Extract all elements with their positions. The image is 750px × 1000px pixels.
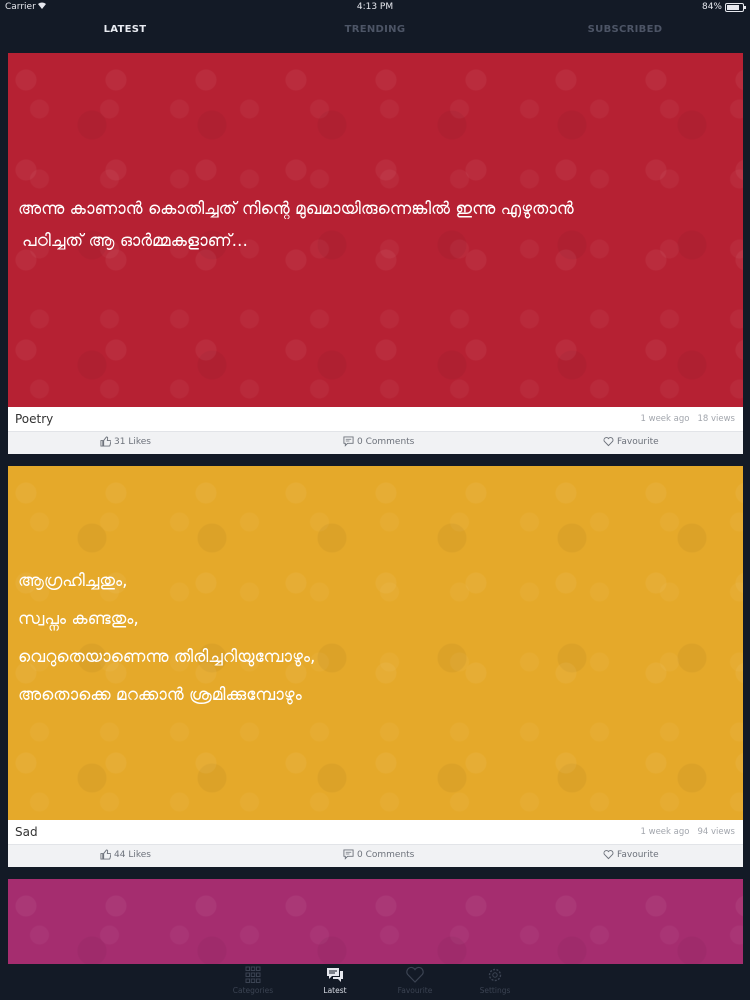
post-meta: Poetry 1 week ago 18 views	[8, 407, 743, 431]
quote-line: പഠിച്ചത് ആ ഓർമ്മകളാണ്...	[22, 231, 248, 251]
favourite-button[interactable]: Favourite	[603, 436, 659, 447]
thumbs-up-icon	[100, 436, 111, 447]
quote-line: വെറുതെയാണെന്നു തിരിച്ചറിയുമ്പോഴും,	[18, 647, 316, 667]
quote-text: അന്നു കാണാൻ കൊതിച്ചത് നിന്റെ മുഖമായിരുന്…	[18, 199, 733, 251]
quote-image[interactable]	[8, 879, 743, 964]
post-category[interactable]: Sad	[15, 825, 38, 839]
post-actions: 31 Likes 0 Comments Favourite	[8, 431, 743, 454]
heart-icon	[603, 850, 614, 860]
quote-line: അതൊക്കെ മറക്കാൻ ശ്രമിക്കുമ്പോഴും	[18, 685, 302, 705]
post-category[interactable]: Poetry	[15, 412, 53, 426]
like-count: 44 Likes	[114, 849, 151, 860]
comment-button[interactable]: 0 Comments	[343, 436, 414, 447]
tab-subscribed[interactable]: SUBSCRIBED	[565, 24, 685, 35]
favourite-label: Favourite	[617, 436, 659, 447]
tab-latest[interactable]: LATEST	[65, 24, 185, 35]
post-stats: 1 week ago 18 views	[641, 414, 735, 424]
post-time: 1 week ago	[640, 414, 690, 424]
top-tabs: LATEST TRENDING SUBSCRIBED	[0, 14, 750, 50]
status-bar: Carrier 4:13 PM 84%	[0, 0, 750, 14]
tab-settings-label: Settings	[479, 986, 511, 995]
grid-icon	[245, 966, 261, 983]
favourite-label: Favourite	[617, 849, 659, 860]
tab-latest-label: Latest	[323, 986, 347, 995]
favourite-button[interactable]: Favourite	[603, 849, 659, 860]
like-count: 31 Likes	[114, 436, 151, 447]
post-card[interactable]: ആഗ്രഹിച്ചതും, സ്വപ്നം കണ്ടതും, വെറുതെയാണ…	[8, 466, 743, 867]
comment-icon	[343, 849, 354, 860]
post-meta: Sad 1 week ago 94 views	[8, 820, 743, 844]
tab-categories[interactable]: Categories	[213, 966, 293, 995]
comment-count: 0 Comments	[357, 436, 415, 447]
bottom-tab-bar: Categories Latest Favourite Settings	[0, 964, 750, 1000]
clock: 4:13 PM	[356, 2, 394, 12]
post-stats: 1 week ago 94 views	[641, 827, 735, 837]
heart-icon	[406, 966, 424, 983]
quote-image[interactable]: ആഗ്രഹിച്ചതും, സ്വപ്നം കണ്ടതും, വെറുതെയാണ…	[8, 466, 743, 820]
post-card[interactable]: അന്നു കാണാൻ കൊതിച്ചത് നിന്റെ മുഖമായിരുന്…	[8, 53, 743, 454]
thumbs-up-icon	[100, 849, 111, 860]
gear-icon	[488, 968, 502, 982]
comment-button[interactable]: 0 Comments	[343, 849, 414, 860]
like-button[interactable]: 31 Likes	[100, 436, 151, 447]
comment-count: 0 Comments	[357, 849, 415, 860]
quote-line: ആഗ്രഹിച്ചതും,	[18, 571, 128, 591]
post-views: 94 views	[697, 827, 735, 837]
heart-icon	[603, 437, 614, 447]
quote-line: അന്നു കാണാൻ കൊതിച്ചത് നിന്റെ മുഖമായിരുന്…	[18, 199, 574, 219]
quote-text: ആഗ്രഹിച്ചതും, സ്വപ്നം കണ്ടതും, വെറുതെയാണ…	[18, 571, 733, 705]
tab-categories-label: Categories	[232, 986, 274, 995]
tab-favourite[interactable]: Favourite	[375, 966, 455, 995]
comment-icon	[343, 436, 354, 447]
quote-line: സ്വപ്നം കണ്ടതും,	[18, 609, 139, 629]
like-button[interactable]: 44 Likes	[100, 849, 151, 860]
battery-percent: 84%	[701, 2, 722, 12]
tab-favourite-label: Favourite	[397, 986, 433, 995]
chat-icon	[327, 968, 343, 982]
tab-trending[interactable]: TRENDING	[315, 24, 435, 35]
tab-settings[interactable]: Settings	[455, 966, 535, 995]
quote-image[interactable]: അന്നു കാണാൻ കൊതിച്ചത് നിന്റെ മുഖമായിരുന്…	[8, 53, 743, 407]
post-time: 1 week ago	[640, 827, 690, 837]
tab-latest-bottom[interactable]: Latest	[295, 966, 375, 995]
battery-icon	[725, 3, 746, 12]
post-actions: 44 Likes 0 Comments Favourite	[8, 844, 743, 867]
post-views: 18 views	[697, 414, 735, 424]
post-card[interactable]	[8, 879, 743, 964]
